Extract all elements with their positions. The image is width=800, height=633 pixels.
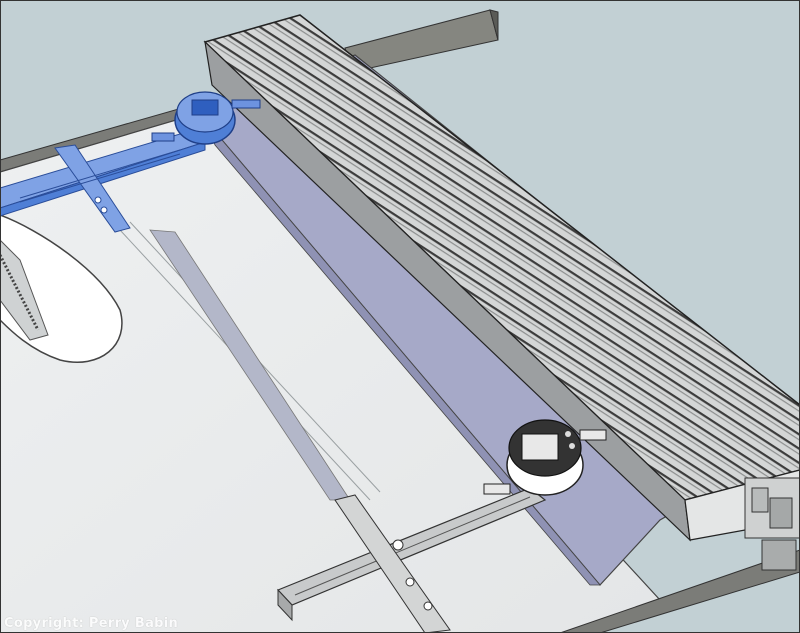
copyright-watermark: Copyright: Perry Babin: [4, 616, 179, 631]
table-saw-fence-alignment-model: [0, 0, 800, 633]
fence-clamp-hardware: [744, 477, 800, 571]
